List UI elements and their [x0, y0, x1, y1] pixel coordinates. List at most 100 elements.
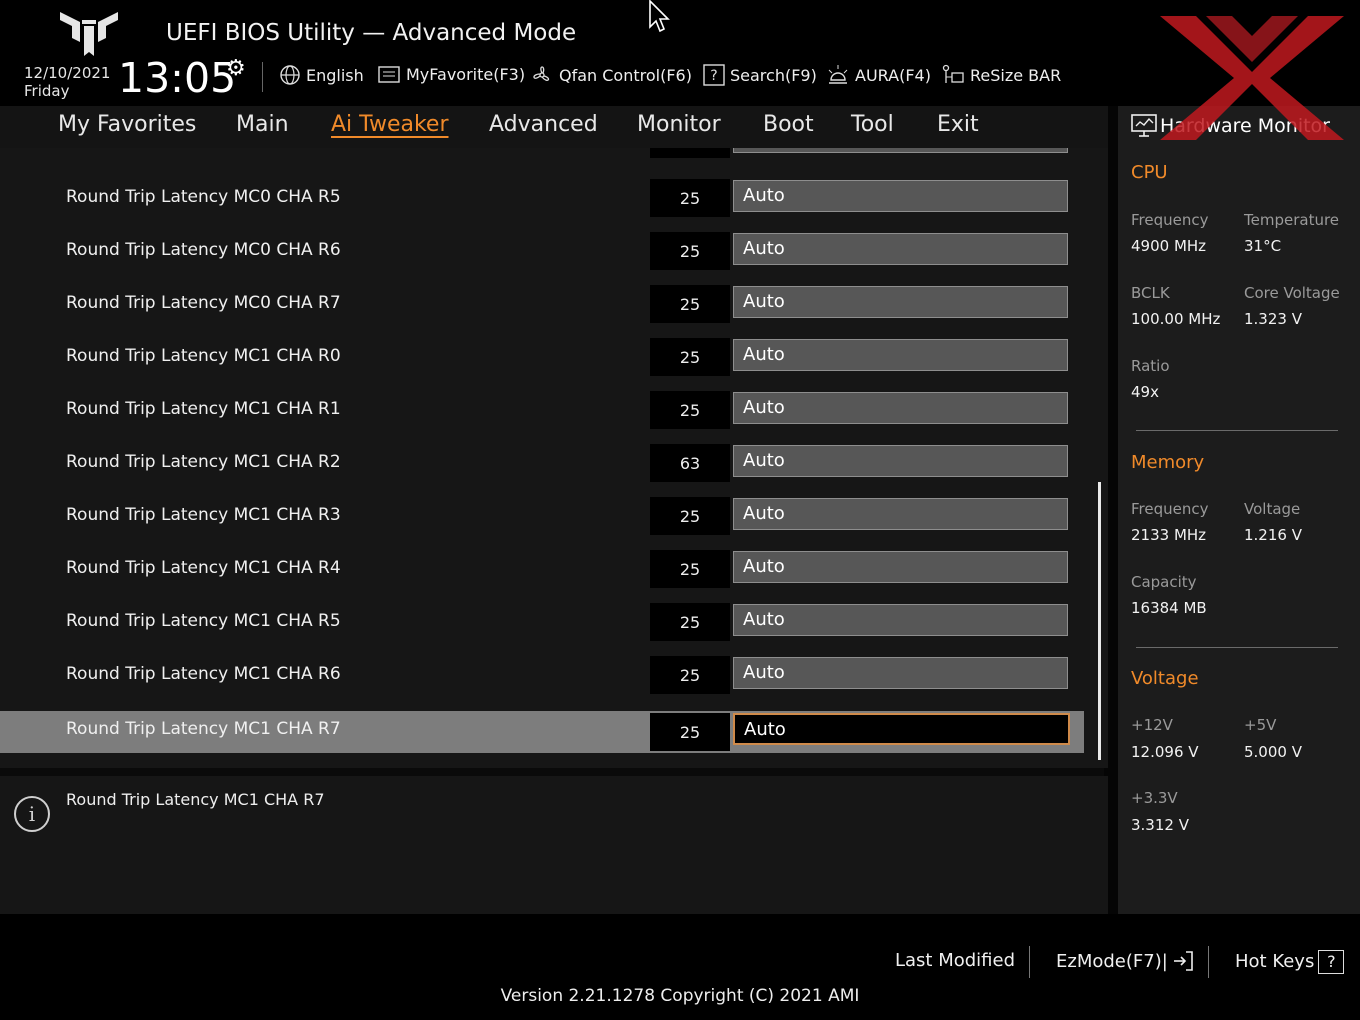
setting-label: Round Trip Latency MC1 CHA R4 [66, 558, 341, 578]
setting-select[interactable]: Auto [733, 551, 1068, 583]
v33-label: +3.3V [1131, 789, 1178, 807]
mouse-cursor-icon [649, 0, 670, 33]
hotkeys-button[interactable]: Hot Keys? [1235, 950, 1345, 974]
setting-label: Round Trip Latency MC0 CHA R6 [66, 240, 341, 260]
clock-time: 13:05 [118, 54, 237, 102]
tab-tool[interactable]: Tool [851, 112, 894, 137]
memory-frequency-label: Frequency [1131, 500, 1209, 518]
current-value: 25 [650, 603, 730, 641]
partial-select [733, 148, 1068, 153]
resize-bar-button[interactable]: ReSize BAR [941, 64, 1061, 86]
v5-label: +5V [1244, 716, 1277, 734]
setting-select[interactable]: Auto [733, 286, 1068, 318]
setting-select[interactable]: Auto [733, 180, 1068, 212]
resize-bar-icon [942, 64, 964, 83]
setting-row[interactable]: Round Trip Latency MC1 CHA R5 25 Auto [0, 601, 1084, 643]
search-button[interactable]: ? Search(F9) [703, 64, 817, 86]
setting-select[interactable]: Auto [733, 392, 1068, 424]
cpu-frequency-label: Frequency [1131, 211, 1209, 229]
v5-value: 5.000 V [1244, 743, 1302, 761]
last-modified-button[interactable]: Last Modified [895, 950, 1015, 971]
cpu-temperature-label: Temperature [1244, 211, 1340, 229]
setting-label: Round Trip Latency MC1 CHA R7 [66, 719, 341, 739]
tab-boot[interactable]: Boot [763, 112, 814, 137]
section-divider [1136, 430, 1338, 431]
v12-value: 12.096 V [1131, 743, 1199, 761]
hotkeys-label: Hot Keys [1235, 951, 1315, 972]
date-display: 12/10/2021 Friday [24, 64, 110, 100]
setting-row[interactable]: Round Trip Latency MC0 CHA R7 25 Auto [0, 283, 1084, 325]
tab-advanced[interactable]: Advanced [489, 112, 598, 137]
setting-select[interactable]: Auto [733, 713, 1070, 745]
settings-list: Round Trip Latency MC0 CHA R5 25 Auto Ro… [0, 148, 1108, 768]
partial-current-value [650, 148, 730, 158]
current-value: 25 [650, 179, 730, 217]
footer-divider [1208, 946, 1209, 978]
memory-voltage-label: Voltage [1244, 500, 1301, 518]
aura-button[interactable]: AURA(F4) [826, 64, 931, 86]
myfavorite-button[interactable]: MyFavorite(F3) [377, 64, 525, 84]
tab-monitor[interactable]: Monitor [637, 112, 721, 137]
setting-row[interactable]: Round Trip Latency MC1 CHA R1 25 Auto [0, 389, 1084, 431]
current-value: 25 [650, 550, 730, 588]
ratio-label: Ratio [1131, 357, 1170, 375]
bclk-value: 100.00 MHz [1131, 310, 1221, 328]
version-text: Version 2.21.1278 Copyright (C) 2021 AMI [500, 986, 860, 1006]
current-value: 25 [650, 497, 730, 535]
info-icon: i [14, 796, 50, 832]
setting-row[interactable]: Round Trip Latency MC0 CHA R6 25 Auto [0, 230, 1084, 272]
section-divider [1136, 647, 1338, 648]
setting-row-selected[interactable]: Round Trip Latency MC1 CHA R7 25 Auto [0, 711, 1084, 753]
current-value: 25 [650, 713, 730, 751]
cpu-heading: CPU [1131, 162, 1168, 183]
setting-row[interactable]: Round Trip Latency MC1 CHA R2 63 Auto [0, 442, 1084, 484]
scrollbar[interactable] [1098, 482, 1101, 760]
setting-label: Round Trip Latency MC1 CHA R2 [66, 452, 341, 472]
aura-label: AURA(F4) [855, 65, 931, 85]
cpu-temperature-value: 31°C [1244, 237, 1282, 255]
ezmode-button[interactable]: EzMode(F7)| [1056, 950, 1194, 972]
setting-row[interactable]: Round Trip Latency MC1 CHA R3 25 Auto [0, 495, 1084, 537]
svg-text:?: ? [710, 68, 717, 84]
setting-select[interactable]: Auto [733, 604, 1068, 636]
watermark-logo [1160, 16, 1344, 140]
setting-label: Round Trip Latency MC1 CHA R6 [66, 664, 341, 684]
tab-exit[interactable]: Exit [937, 112, 979, 137]
setting-row[interactable]: Round Trip Latency MC1 CHA R6 25 Auto [0, 654, 1084, 696]
partial-setting-row [0, 148, 1084, 160]
tab-main[interactable]: Main [236, 112, 289, 137]
setting-label: Round Trip Latency MC0 CHA R5 [66, 187, 341, 207]
tab-my-favorites[interactable]: My Favorites [58, 112, 196, 137]
qfan-button[interactable]: Qfan Control(F6) [530, 64, 692, 86]
setting-row[interactable]: Round Trip Latency MC1 CHA R4 25 Auto [0, 548, 1084, 590]
pane-divider [0, 768, 1104, 776]
setting-row[interactable]: Round Trip Latency MC1 CHA R0 25 Auto [0, 336, 1084, 378]
exit-arrow-icon [1173, 951, 1193, 971]
capacity-value: 16384 MB [1131, 599, 1207, 617]
tuf-logo-icon [60, 12, 118, 56]
setting-label: Round Trip Latency MC1 CHA R3 [66, 505, 341, 525]
bios-title: UEFI BIOS Utility — Advanced Mode [166, 20, 577, 46]
setting-select[interactable]: Auto [733, 233, 1068, 265]
gear-icon[interactable]: ⚙ [226, 56, 246, 81]
language-button[interactable]: English [279, 64, 364, 86]
fan-icon [533, 66, 550, 81]
search-label: Search(F9) [730, 65, 817, 85]
language-label: English [306, 65, 364, 85]
tab-ai-tweaker[interactable]: Ai Tweaker [331, 112, 449, 137]
cpu-frequency-value: 4900 MHz [1131, 237, 1207, 255]
current-value: 25 [650, 285, 730, 323]
setting-select[interactable]: Auto [733, 445, 1068, 477]
setting-row[interactable]: Round Trip Latency MC0 CHA R5 25 Auto [0, 177, 1084, 219]
search-question-icon: ? [703, 64, 725, 86]
setting-select[interactable]: Auto [733, 498, 1068, 530]
setting-select[interactable]: Auto [733, 657, 1068, 689]
bclk-label: BCLK [1131, 284, 1170, 302]
monitor-icon [1131, 114, 1157, 137]
setting-select[interactable]: Auto [733, 339, 1068, 371]
qfan-label: Qfan Control(F6) [559, 65, 692, 85]
toolbar-divider [262, 62, 263, 92]
setting-label: Round Trip Latency MC0 CHA R7 [66, 293, 341, 313]
current-value: 25 [650, 338, 730, 376]
day-text: Friday [24, 82, 70, 100]
